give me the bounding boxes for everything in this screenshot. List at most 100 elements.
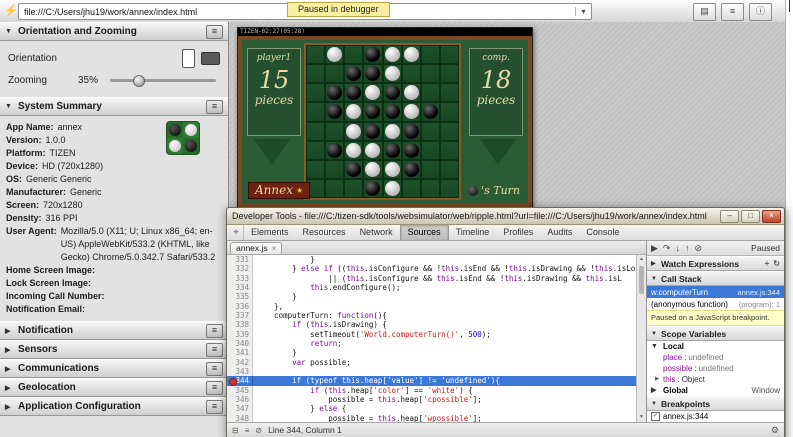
devtools-titlebar[interactable]: Developer Tools - file:///C:/tizen-sdk/t… [227,208,784,225]
board-cell[interactable] [344,102,363,121]
board-cell[interactable] [306,160,325,179]
line-number-gutter[interactable]: 335 [227,292,253,301]
board-cell[interactable] [344,83,363,102]
breakpoint-icon[interactable] [229,378,237,386]
portrait-orientation-button[interactable] [182,49,195,68]
board-cell[interactable] [383,102,402,121]
code-line-335[interactable]: 335 } [227,292,636,301]
line-number-gutter[interactable]: 338 [227,320,253,329]
menu-button[interactable]: ≡ [721,3,744,21]
devtools-tab-network[interactable]: Network [353,225,400,240]
board-cell[interactable] [440,179,459,198]
board-cell[interactable] [363,179,382,198]
resume-button[interactable]: ▶ [651,242,658,254]
console-toggle-icon[interactable]: ≡ [245,426,250,435]
board-cell[interactable] [440,160,459,179]
board-cell[interactable] [325,179,344,198]
section-system-summary[interactable]: ▼ System Summary ≡ [0,97,228,116]
panel-menu-icon[interactable]: ≡ [206,400,223,414]
panel-menu-icon[interactable]: ≡ [206,362,223,376]
line-number-gutter[interactable]: 333 [227,274,253,283]
board-cell[interactable] [344,122,363,141]
board-cell[interactable] [440,83,459,102]
board-cell[interactable] [363,102,382,121]
board-cell[interactable] [440,141,459,160]
board-cell[interactable] [440,45,459,64]
line-number-gutter[interactable]: 346 [227,395,253,404]
board-cell[interactable] [402,64,421,83]
scope-variable[interactable]: ▶this: Object [647,374,784,385]
code-scrollbar[interactable]: ▲ ▼ [636,255,646,422]
board-cell[interactable] [402,122,421,141]
board-cell[interactable] [402,179,421,198]
gear-icon[interactable]: ⚙ [771,425,779,436]
section-sensors[interactable]: ▶Sensors≡ [0,340,228,359]
board-cell[interactable] [421,122,440,141]
code-line-340[interactable]: 340 return; [227,339,636,348]
board-cell[interactable] [325,83,344,102]
file-tab-annexjs[interactable]: annex.js × [230,242,282,254]
scroll-up-icon[interactable]: ▲ [639,255,644,264]
board-cell[interactable] [306,64,325,83]
scrollbar-thumb[interactable] [639,266,644,294]
board-cell[interactable] [402,160,421,179]
board-cell[interactable] [402,83,421,102]
scope-variable[interactable]: place: undefined [647,352,784,363]
zoom-slider[interactable] [110,79,216,82]
step-into-button[interactable]: ↓ [675,242,680,254]
board-cell[interactable] [421,83,440,102]
info-button[interactable]: ⓘ [749,3,772,21]
scope-group-local[interactable]: ▼Local [647,341,784,352]
code-line-333[interactable]: 333 || (this.isConfigure && this.isEnd &… [227,274,636,283]
panel-menu-icon[interactable]: ≡ [206,100,223,114]
board-cell[interactable] [383,179,402,198]
line-number-gutter[interactable]: 334 [227,283,253,292]
code-line-336[interactable]: 336 }, [227,302,636,311]
code-line-331[interactable]: 331 } [227,255,636,264]
board-cell[interactable] [344,45,363,64]
board-cell[interactable] [325,141,344,160]
board-cell[interactable] [306,45,325,64]
breakpoint-checkbox[interactable]: ✓ [651,412,660,421]
section-orientation-and-zooming[interactable]: ▼ Orientation and Zooming ≡ [0,22,228,41]
board-cell[interactable] [440,64,459,83]
board-cell[interactable] [402,141,421,160]
board-cell[interactable] [325,160,344,179]
board-cell[interactable] [363,122,382,141]
board-cell[interactable] [306,102,325,121]
url-dropdown-icon[interactable]: ▾ [575,7,591,16]
refresh-watch-icon[interactable]: ↻ [773,259,780,268]
board-cell[interactable] [383,122,402,141]
minimize-button[interactable]: – [720,210,739,223]
deactivate-breakpoints-button[interactable]: ⊘ [694,242,702,254]
board-cell[interactable] [325,64,344,83]
section-application-configuration[interactable]: ▶Application Configuration≡ [0,397,228,416]
board-cell[interactable] [344,141,363,160]
line-number-gutter[interactable]: 332 [227,264,253,273]
code-line-338[interactable]: 338 if (this.isDrawing) { [227,320,636,329]
board-cell[interactable] [344,179,363,198]
pause-on-exceptions-icon[interactable]: ⊘ [255,426,262,435]
code-line-334[interactable]: 334 this.endConfigure(); [227,283,636,292]
board-cell[interactable] [440,102,459,121]
board-cell[interactable] [306,122,325,141]
watch-expressions-header[interactable]: ▶ Watch Expressions + ↻ [647,256,784,271]
code-line-346[interactable]: 346 possible = this.heap['cpossible']; [227,395,636,404]
maximize-button[interactable]: □ [741,210,760,223]
scope-group-global[interactable]: ▶GlobalWindow [647,385,784,396]
inspect-element-icon[interactable]: ⌖ [229,225,244,240]
board-cell[interactable] [363,64,382,83]
call-stack-header[interactable]: ▼ Call Stack [647,271,784,286]
breakpoints-header[interactable]: ▼ Breakpoints [647,396,784,411]
board-cell[interactable] [421,102,440,121]
close-button[interactable]: × [762,210,781,223]
line-number-gutter[interactable]: 339 [227,330,253,339]
board-cell[interactable] [363,83,382,102]
step-out-button[interactable]: ↑ [685,242,690,254]
board-cell[interactable] [383,83,402,102]
close-tab-icon[interactable]: × [272,243,277,254]
code-line-332[interactable]: 332 } else if ((this.isConfigure && !thi… [227,264,636,273]
line-number-gutter[interactable]: 340 [227,339,253,348]
board-cell[interactable] [363,141,382,160]
scope-variable[interactable]: possible: undefined [647,363,784,374]
